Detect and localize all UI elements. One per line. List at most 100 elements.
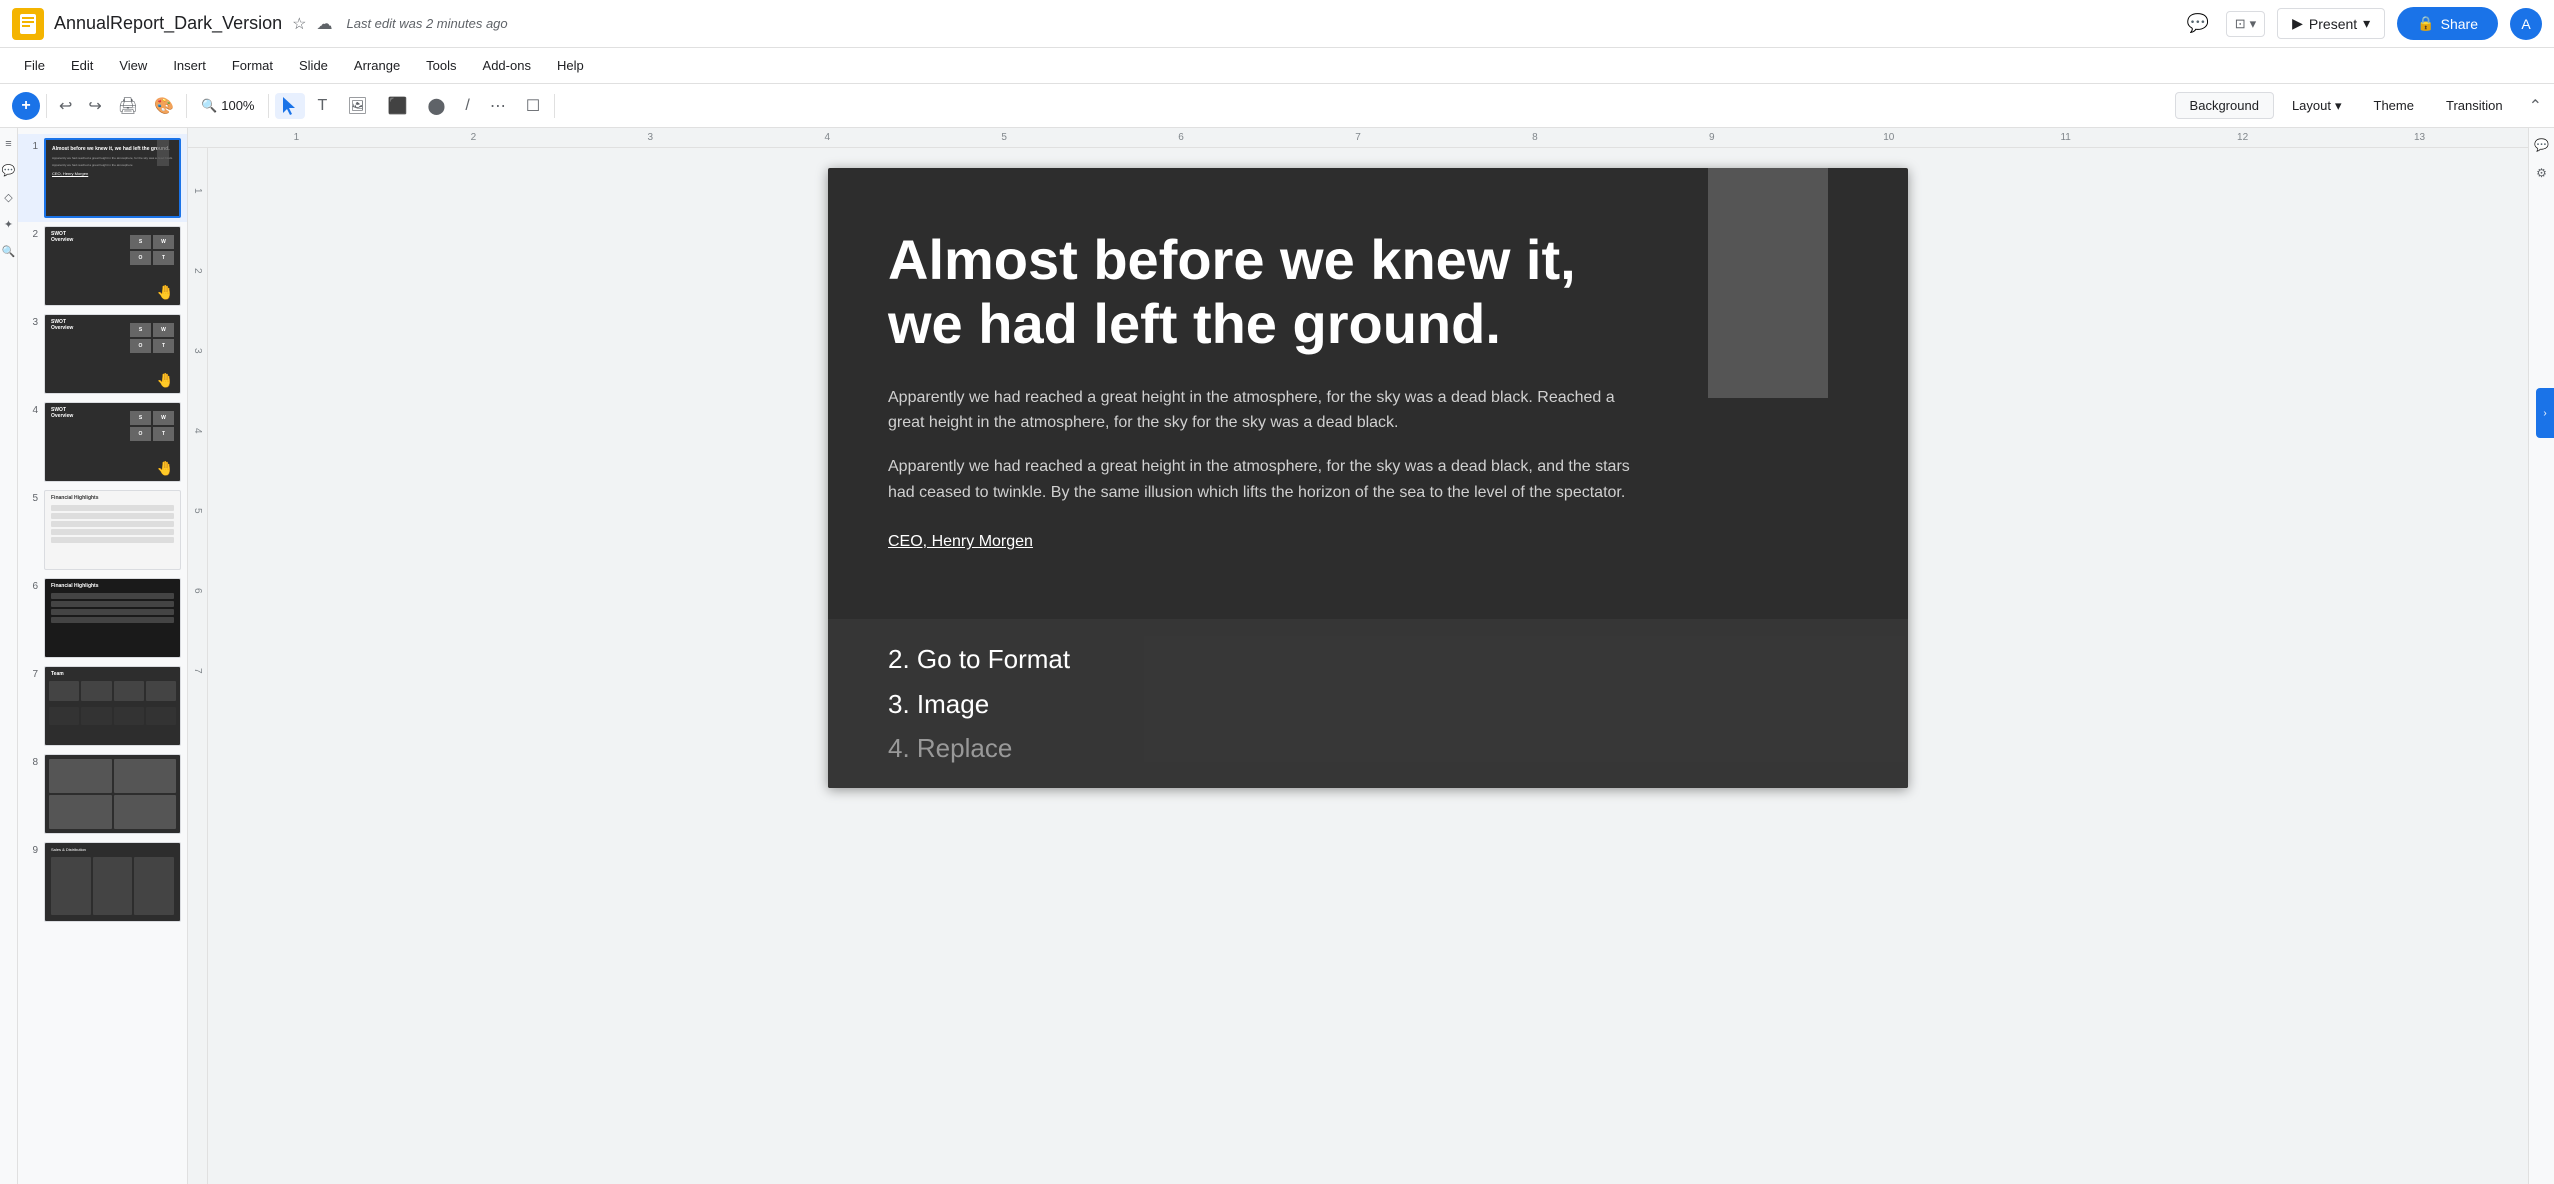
cloud-icon[interactable]: ☁ <box>316 14 332 34</box>
zoom-out-icon: 🔍 <box>201 98 217 114</box>
explore-panel-icon[interactable]: 🔍 <box>2 245 16 258</box>
share-button[interactable]: 🔒 Share <box>2397 7 2498 40</box>
slide-item-6[interactable]: 6 Financial Highlights <box>18 574 187 662</box>
doc-title[interactable]: AnnualReport_Dark_Version <box>54 13 282 34</box>
slide-number-2: 2 <box>24 229 38 240</box>
popup-overlay: 2. Go to Format 3. Image 4. Replace <box>828 619 1908 788</box>
menu-file[interactable]: File <box>12 54 57 77</box>
comments-panel-icon[interactable]: 💬 <box>2 164 16 177</box>
slides-logo-icon <box>19 13 37 35</box>
app-icon[interactable] <box>12 8 44 40</box>
slide-item-3[interactable]: 3 SWOTOverview S W O T 🤚 <box>18 310 187 398</box>
toolbar-right-group: Background Layout ▾ Theme Transition <box>2175 92 2517 119</box>
slide-canvas-wrapper: Almost before we knew it, we had left th… <box>208 148 2528 1184</box>
menu-view[interactable]: View <box>107 54 159 77</box>
zoom-control[interactable]: 🔍 100% <box>193 94 262 118</box>
header-right: 💬 ⊡ ▾ ▶ Present ▾ 🔒 Share A <box>2182 7 2542 40</box>
background-button[interactable]: Background <box>2175 92 2274 119</box>
popup-item-1: 2. Go to Format <box>888 637 1848 681</box>
add-slide-btn[interactable]: + <box>12 92 40 120</box>
slide-number-6: 6 <box>24 581 38 592</box>
menu-help[interactable]: Help <box>545 54 596 77</box>
menu-addons[interactable]: Add-ons <box>471 54 543 77</box>
cursor-tool-btn[interactable] <box>275 93 305 119</box>
slide-number-7: 7 <box>24 669 38 680</box>
slide-number-4: 4 <box>24 405 38 416</box>
left-icon-bar: ≡ 💬 ◇ ✦ 🔍 <box>0 128 18 1184</box>
menu-bar: File Edit View Insert Format Slide Arran… <box>0 48 2554 84</box>
cursor-icon <box>283 97 297 115</box>
slide-canvas[interactable]: Almost before we knew it, we had left th… <box>828 168 1908 788</box>
popup-item-3: 4. Replace <box>888 726 1848 770</box>
toolbar-sep-3 <box>268 94 269 118</box>
menu-edit[interactable]: Edit <box>59 54 105 77</box>
right-settings-icon[interactable]: ⚙ <box>2536 166 2547 180</box>
present-button[interactable]: ▶ Present ▾ <box>2277 8 2385 39</box>
slide-body-1: Apparently we had reached a great height… <box>888 385 1648 436</box>
slide-number-1: 1 <box>24 141 38 152</box>
slide-thumb-7: Team <box>44 666 181 746</box>
line-tool-btn[interactable]: / <box>457 93 477 119</box>
menu-slide[interactable]: Slide <box>287 54 340 77</box>
ruler-vertical: 1 2 3 4 5 6 7 <box>188 148 208 1184</box>
toolbar: + ↩ ↪ 🖨 🎨 🔍 100% T 🖼 ⬛ ⬤ / ⋯ ☐ Backgroun… <box>0 84 2554 128</box>
slide-item-8[interactable]: 8 <box>18 750 187 838</box>
slide-thumb-9: Sales & Distribution <box>44 842 181 922</box>
slide-thumb-4: SWOTOverview S W O T 🤚 <box>44 402 181 482</box>
last-edit-text: Last edit was 2 minutes ago <box>346 16 507 31</box>
slide-number-9: 9 <box>24 845 38 856</box>
avatar[interactable]: A <box>2510 8 2542 40</box>
collapse-panel-btn[interactable]: ⌃ <box>2529 96 2542 116</box>
slides-panel: 1 Almost before we knew it, we had left … <box>18 128 188 1184</box>
slide-thumb-3: SWOTOverview S W O T 🤚 <box>44 314 181 394</box>
right-edge-tab[interactable]: › <box>2536 388 2554 438</box>
comments-icon[interactable]: 💬 <box>2182 8 2214 40</box>
popup-item-2: 3. Image <box>888 682 1848 726</box>
slide-body-2: Apparently we had reached a great height… <box>888 454 1648 505</box>
slide-item-2[interactable]: 2 SWOTOverview S W O T 🤚 <box>18 222 187 310</box>
main-layout: ≡ 💬 ◇ ✦ 🔍 1 Almost before we knew it, we… <box>0 128 2554 1184</box>
slide-item-5[interactable]: 5 Financial Highlights <box>18 486 187 574</box>
theme-button[interactable]: Theme <box>2360 93 2428 118</box>
slide-thumb-2: SWOTOverview S W O T 🤚 <box>44 226 181 306</box>
layout-button[interactable]: Layout ▾ <box>2278 93 2356 119</box>
print-btn[interactable]: 🖨 <box>112 92 144 120</box>
deco-rect <box>1708 168 1828 398</box>
slide-item-7[interactable]: 7 Team <box>18 662 187 750</box>
right-comments-icon[interactable]: 💬 <box>2534 138 2549 152</box>
toggle-icon[interactable]: ⊡ ▾ <box>2226 11 2265 37</box>
canvas-area: 1 2 3 4 5 6 7 8 9 10 11 12 13 1 2 3 <box>188 128 2528 1184</box>
menu-arrange[interactable]: Arrange <box>342 54 412 77</box>
circle-tool-btn[interactable]: ⬤ <box>420 92 454 120</box>
paint-format-btn[interactable]: 🎨 <box>148 92 180 120</box>
transition-button[interactable]: Transition <box>2432 93 2517 118</box>
slide-number-5: 5 <box>24 493 38 504</box>
lock-icon: 🔒 <box>2417 15 2434 32</box>
menu-insert[interactable]: Insert <box>161 54 218 77</box>
slide-thumb-6: Financial Highlights <box>44 578 181 658</box>
text-tool-btn[interactable]: T <box>309 93 335 119</box>
redo-btn[interactable]: ↪ <box>82 92 107 120</box>
slide-number-3: 3 <box>24 317 38 328</box>
shapes-panel-icon[interactable]: ◇ <box>4 191 12 204</box>
toolbar-sep-1 <box>46 94 47 118</box>
shape-tool-btn[interactable]: ⬛ <box>380 92 416 120</box>
slide-item-1[interactable]: 1 Almost before we knew it, we had left … <box>18 134 187 222</box>
menu-tools[interactable]: Tools <box>414 54 468 77</box>
menu-format[interactable]: Format <box>220 54 285 77</box>
ruler-horizontal: 1 2 3 4 5 6 7 8 9 10 11 12 13 <box>188 128 2528 148</box>
undo-btn[interactable]: ↩ <box>53 92 78 120</box>
animations-panel-icon[interactable]: ✦ <box>4 218 13 231</box>
slide-item-9[interactable]: 9 Sales & Distribution <box>18 838 187 926</box>
slide-thumb-8 <box>44 754 181 834</box>
present-dropdown-icon: ▾ <box>2363 15 2370 32</box>
special-shape-btn[interactable]: ☐ <box>518 92 548 120</box>
slide-number-8: 8 <box>24 757 38 768</box>
toolbar-sep-4 <box>554 94 555 118</box>
image-tool-btn[interactable]: 🖼 <box>339 92 375 120</box>
layout-dropdown-icon: ▾ <box>2335 98 2342 114</box>
slides-panel-icon[interactable]: ≡ <box>5 138 11 150</box>
more-tools-btn[interactable]: ⋯ <box>482 92 514 120</box>
slide-item-4[interactable]: 4 SWOTOverview S W O T 🤚 <box>18 398 187 486</box>
star-icon[interactable]: ☆ <box>292 14 306 34</box>
